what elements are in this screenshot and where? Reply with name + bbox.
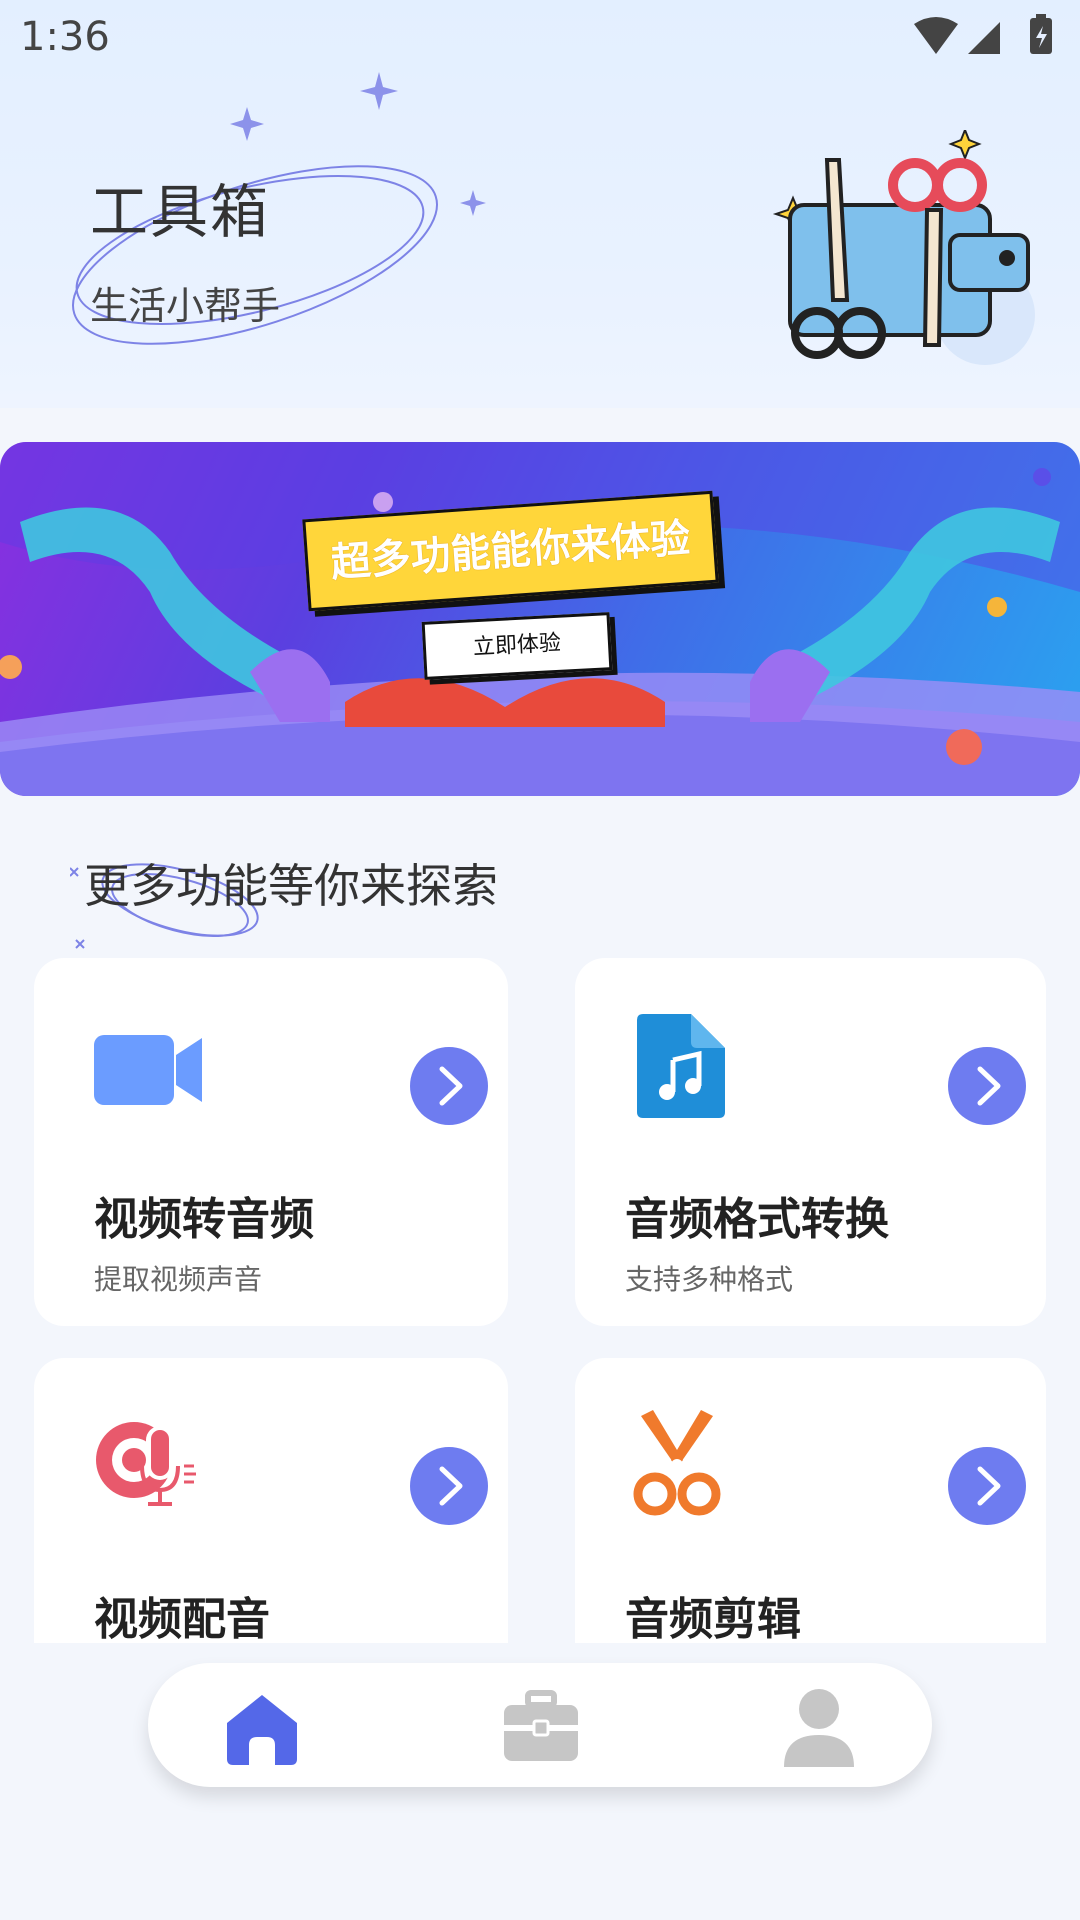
music-file-icon <box>637 1014 725 1118</box>
nav-home[interactable] <box>219 1683 305 1769</box>
toolbox-illustration <box>772 130 1035 365</box>
card-subtitle: 支持多种格式 <box>625 1263 794 1296</box>
feature-card-video-dubbing[interactable]: 视频配音 <box>34 1358 508 1645</box>
card-subtitle: 提取视频声音 <box>94 1263 263 1296</box>
scissors-icon <box>633 1410 721 1516</box>
status-time: 1:36 <box>20 14 110 60</box>
chevron-right-icon <box>977 1066 1001 1106</box>
home-icon <box>227 1695 297 1765</box>
microphone-icon <box>96 1422 196 1506</box>
header: 1:36 工具箱 生活小帮手 <box>0 0 1080 408</box>
card-title: 视频转音频 <box>94 1194 314 1245</box>
app-title: 工具箱 <box>90 178 271 246</box>
card-title: 视频配音 <box>94 1594 270 1645</box>
nav-profile[interactable] <box>776 1683 862 1769</box>
open-audio-format-convert-button[interactable] <box>948 1047 1026 1125</box>
card-title: 音频剪辑 <box>625 1594 801 1645</box>
profile-icon <box>784 1689 854 1767</box>
chevron-right-icon <box>439 1466 463 1506</box>
status-icons <box>914 14 1052 54</box>
feature-card-audio-format-convert[interactable]: 音频格式转换 支持多种格式 <box>575 958 1046 1326</box>
section-title: 更多功能等你来探索 <box>84 859 498 913</box>
feature-card-audio-edit[interactable]: 音频剪辑 <box>575 1358 1046 1645</box>
card-title: 音频格式转换 <box>625 1194 889 1245</box>
open-audio-edit-button[interactable] <box>948 1447 1026 1525</box>
app-subtitle: 生活小帮手 <box>90 284 281 328</box>
bottom-navigation <box>148 1663 932 1787</box>
try-now-button[interactable]: 立即体验 <box>421 612 613 680</box>
chevron-right-icon <box>439 1066 463 1106</box>
video-camera-icon <box>94 1035 202 1105</box>
nav-toolbox[interactable] <box>498 1683 584 1769</box>
chevron-right-icon <box>977 1466 1001 1506</box>
toolbox-icon <box>504 1690 578 1761</box>
feature-card-video-to-audio[interactable]: 视频转音频 提取视频声音 <box>34 958 508 1326</box>
open-video-dubbing-button[interactable] <box>410 1447 488 1525</box>
open-video-to-audio-button[interactable] <box>410 1047 488 1125</box>
